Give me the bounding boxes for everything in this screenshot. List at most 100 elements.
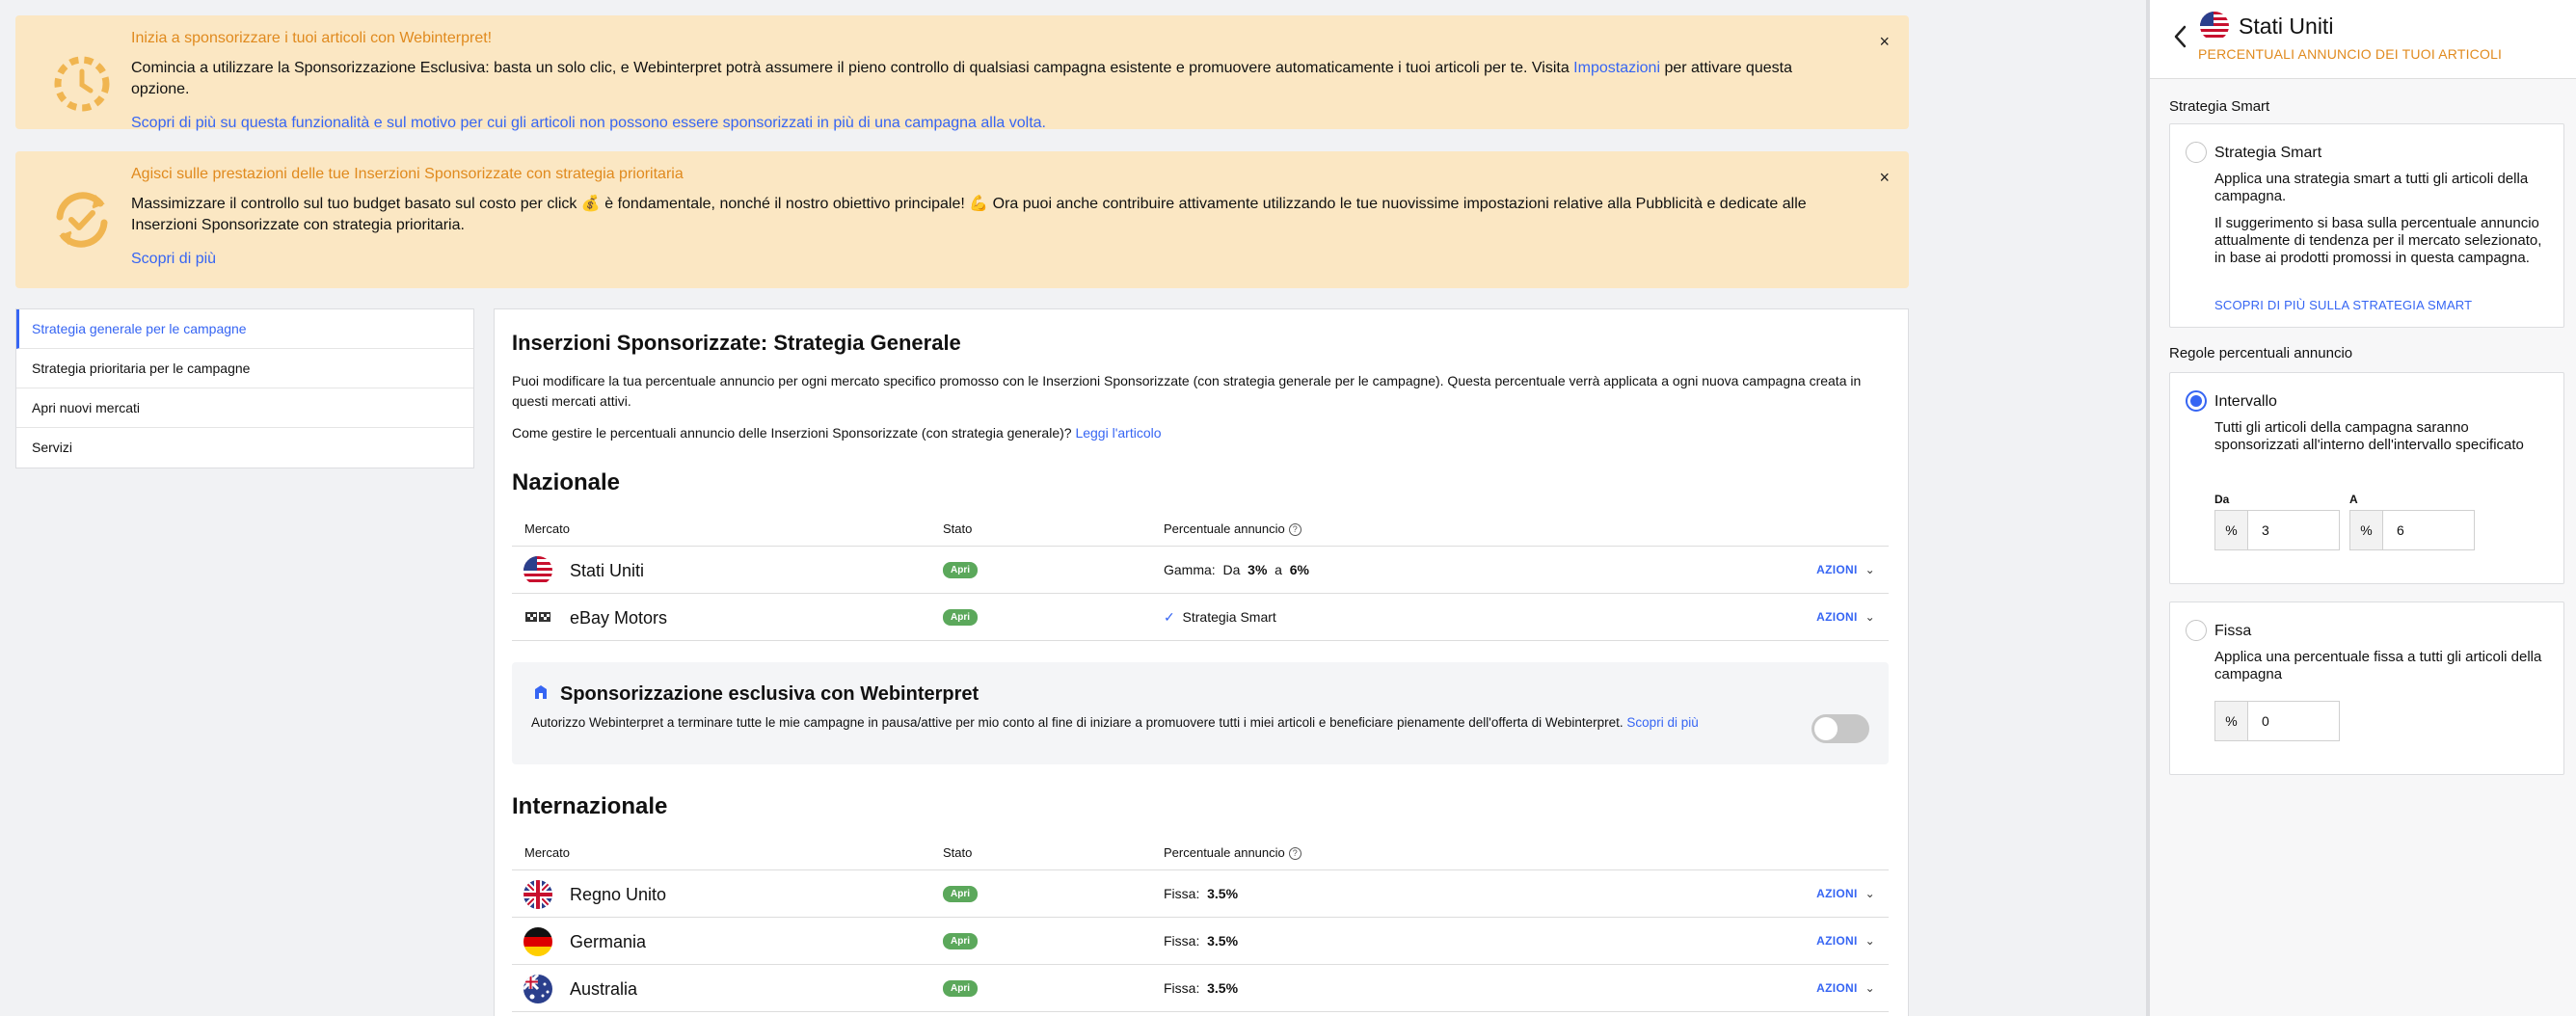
side-subtitle: PERCENTUALI ANNUNCIO DEI TUOI ARTICOLI [2198, 46, 2503, 62]
learn-more-link[interactable]: Scopri di più [131, 250, 216, 269]
actions-button[interactable]: AZIONI ⌄ [1816, 563, 1875, 576]
actions-label: AZIONI [1816, 563, 1858, 576]
pct-to-label: a [1275, 562, 1282, 577]
pct-value: Gamma: Da 3% a 6% [1164, 562, 1309, 577]
to-value[interactable]: 6 [2383, 511, 2474, 549]
from-value[interactable]: 3 [2248, 511, 2339, 549]
table-row: Regno Unito Apri Fissa: 3.5% AZIONI ⌄ [512, 870, 1889, 918]
read-article-link[interactable]: Leggi l'articolo [1075, 425, 1161, 441]
nav-item-new-markets[interactable]: Apri nuovi mercati [16, 388, 473, 428]
range-option-card[interactable]: Intervallo Tutti gli articoli della camp… [2169, 372, 2564, 584]
national-title: Nazionale [512, 469, 621, 495]
content-panel: Inserzioni Sponsorizzate: Strategia Gene… [494, 308, 1909, 1016]
header-pct-label: Percentuale annuncio [1164, 521, 1285, 536]
smart-option-card[interactable]: Strategia Smart Applica una strategia sm… [2169, 123, 2564, 328]
close-icon[interactable]: × [1879, 169, 1890, 186]
percent-prefix: % [2215, 702, 2248, 740]
pct-number: 3.5% [1207, 886, 1239, 901]
to-label: A [2349, 493, 2358, 506]
market-name: Regno Unito [570, 885, 667, 904]
fixed-value[interactable]: 0 [2248, 702, 2339, 740]
status-badge: Apri [943, 886, 978, 902]
exclusive-title: Sponsorizzazione esclusiva con Webinterp… [560, 683, 979, 705]
pct-value: Fissa: 3.5% [1164, 886, 1238, 901]
rules-section-title: Regole percentuali annuncio [2169, 345, 2353, 361]
market-name: Australia [570, 979, 638, 999]
howto-text: Come gestire le percentuali annuncio del… [512, 425, 1162, 441]
banner-body: Agisci sulle prestazioni delle tue Inser… [131, 151, 1851, 269]
actions-label: AZIONI [1816, 981, 1858, 995]
checkered-flags-icon [525, 612, 550, 622]
exclusive-sponsorship-box: Sponsorizzazione esclusiva con Webinterp… [512, 662, 1889, 764]
shield-icon [535, 685, 547, 699]
info-icon[interactable]: ? [1288, 847, 1301, 861]
banner-text: Massimizzare il controllo sul tuo budget… [131, 196, 1807, 233]
fixed-radio[interactable] [2186, 620, 2207, 641]
chevron-down-icon: ⌄ [1865, 887, 1875, 900]
pct-label: Fissa: [1164, 886, 1200, 901]
us-flag-icon [2200, 12, 2229, 40]
nav-item-services[interactable]: Servizi [16, 428, 473, 468]
fixed-input[interactable]: % 0 [2214, 701, 2340, 741]
nav-item-general-strategy[interactable]: Strategia generale per le campagne [16, 309, 473, 349]
from-label: Da [2214, 493, 2230, 506]
smart-option-detail: Il suggerimento si basa sulla percentual… [2214, 215, 2542, 266]
pct-value: Fissa: 3.5% [1164, 933, 1238, 949]
pct-value: ✓ Strategia Smart [1164, 609, 1276, 626]
pct-label: Strategia Smart [1182, 609, 1276, 625]
actions-button[interactable]: AZIONI ⌄ [1816, 934, 1875, 948]
pct-label: Fissa: [1164, 933, 1200, 949]
pct-label: Fissa: [1164, 980, 1200, 996]
table-row: eBay Motors Apri ✓ Strategia Smart AZION… [512, 594, 1889, 641]
learn-more-link[interactable]: Scopri di più [1626, 715, 1698, 730]
priority-banner: Agisci sulle prestazioni delle tue Inser… [15, 151, 1909, 288]
to-input[interactable]: % 6 [2349, 510, 2475, 550]
banner-body: Inizia a sponsorizzare i tuoi articoli c… [131, 15, 1851, 133]
national-table: Mercato Stato Percentuale annuncio? Stat… [512, 506, 1889, 641]
banner-title: Agisci sulle prestazioni delle tue Inser… [131, 166, 684, 182]
australia-flag-icon [523, 975, 552, 1003]
header-pct-label: Percentuale annuncio [1164, 845, 1285, 860]
table-row: Australia Apri Fissa: 3.5% AZIONI ⌄ [512, 965, 1889, 1012]
close-icon[interactable]: × [1879, 33, 1890, 50]
international-table: Mercato Stato Percentuale annuncio? Regn… [512, 830, 1889, 1012]
banner-title: Inizia a sponsorizzare i tuoi articoli c… [131, 30, 493, 46]
smart-radio[interactable] [2186, 142, 2207, 163]
settings-link[interactable]: Impostazioni [1573, 60, 1660, 76]
percent-prefix: % [2215, 511, 2248, 549]
header-pct: Percentuale annuncio? [1164, 845, 1301, 861]
actions-label: AZIONI [1816, 610, 1858, 624]
nav-item-priority-strategy[interactable]: Strategia prioritaria per le campagne [16, 349, 473, 388]
main-area: Inizia a sponsorizzare i tuoi articoli c… [0, 0, 2144, 1016]
smart-learn-more-link[interactable]: SCOPRI DI PIÙ SULLA STRATEGIA SMART [2214, 298, 2472, 312]
check-icon: ✓ [1164, 609, 1175, 625]
international-title: Internazionale [512, 793, 668, 819]
pct-to: 6% [1289, 562, 1309, 577]
clock-dashed-icon [54, 56, 110, 112]
banner-text: Comincia a utilizzare la Sponsorizzazion… [131, 58, 1851, 100]
learn-more-link[interactable]: Scopri di più su questa funzionalità e s… [131, 114, 1046, 133]
exclusive-toggle[interactable] [1811, 714, 1869, 743]
header-market: Mercato [524, 521, 570, 536]
pct-value: Fissa: 3.5% [1164, 980, 1238, 996]
back-chevron-icon[interactable] [2171, 23, 2190, 50]
actions-button[interactable]: AZIONI ⌄ [1816, 610, 1875, 624]
market-name: Germania [570, 932, 647, 951]
germany-flag-icon [523, 927, 552, 956]
side-header: Stati Uniti PERCENTUALI ANNUNCIO DEI TUO… [2150, 0, 2576, 79]
uk-flag-icon [523, 880, 552, 909]
table-header: Mercato Stato Percentuale annuncio? [512, 830, 1889, 870]
percent-prefix: % [2350, 511, 2383, 549]
actions-button[interactable]: AZIONI ⌄ [1816, 887, 1875, 900]
howto-question: Come gestire le percentuali annuncio del… [512, 425, 1076, 441]
header-status: Stato [943, 845, 973, 860]
fixed-option-card[interactable]: Fissa Applica una percentuale fissa a tu… [2169, 602, 2564, 775]
pct-number: 3.5% [1207, 933, 1239, 949]
us-flag-icon [523, 556, 552, 585]
range-option-desc: Tutti gli articoli della campagna sarann… [2214, 419, 2524, 453]
range-radio[interactable] [2186, 390, 2207, 412]
actions-button[interactable]: AZIONI ⌄ [1816, 981, 1875, 995]
info-icon[interactable]: ? [1288, 523, 1301, 537]
from-input[interactable]: % 3 [2214, 510, 2340, 550]
pct-label: Gamma: [1164, 562, 1216, 577]
